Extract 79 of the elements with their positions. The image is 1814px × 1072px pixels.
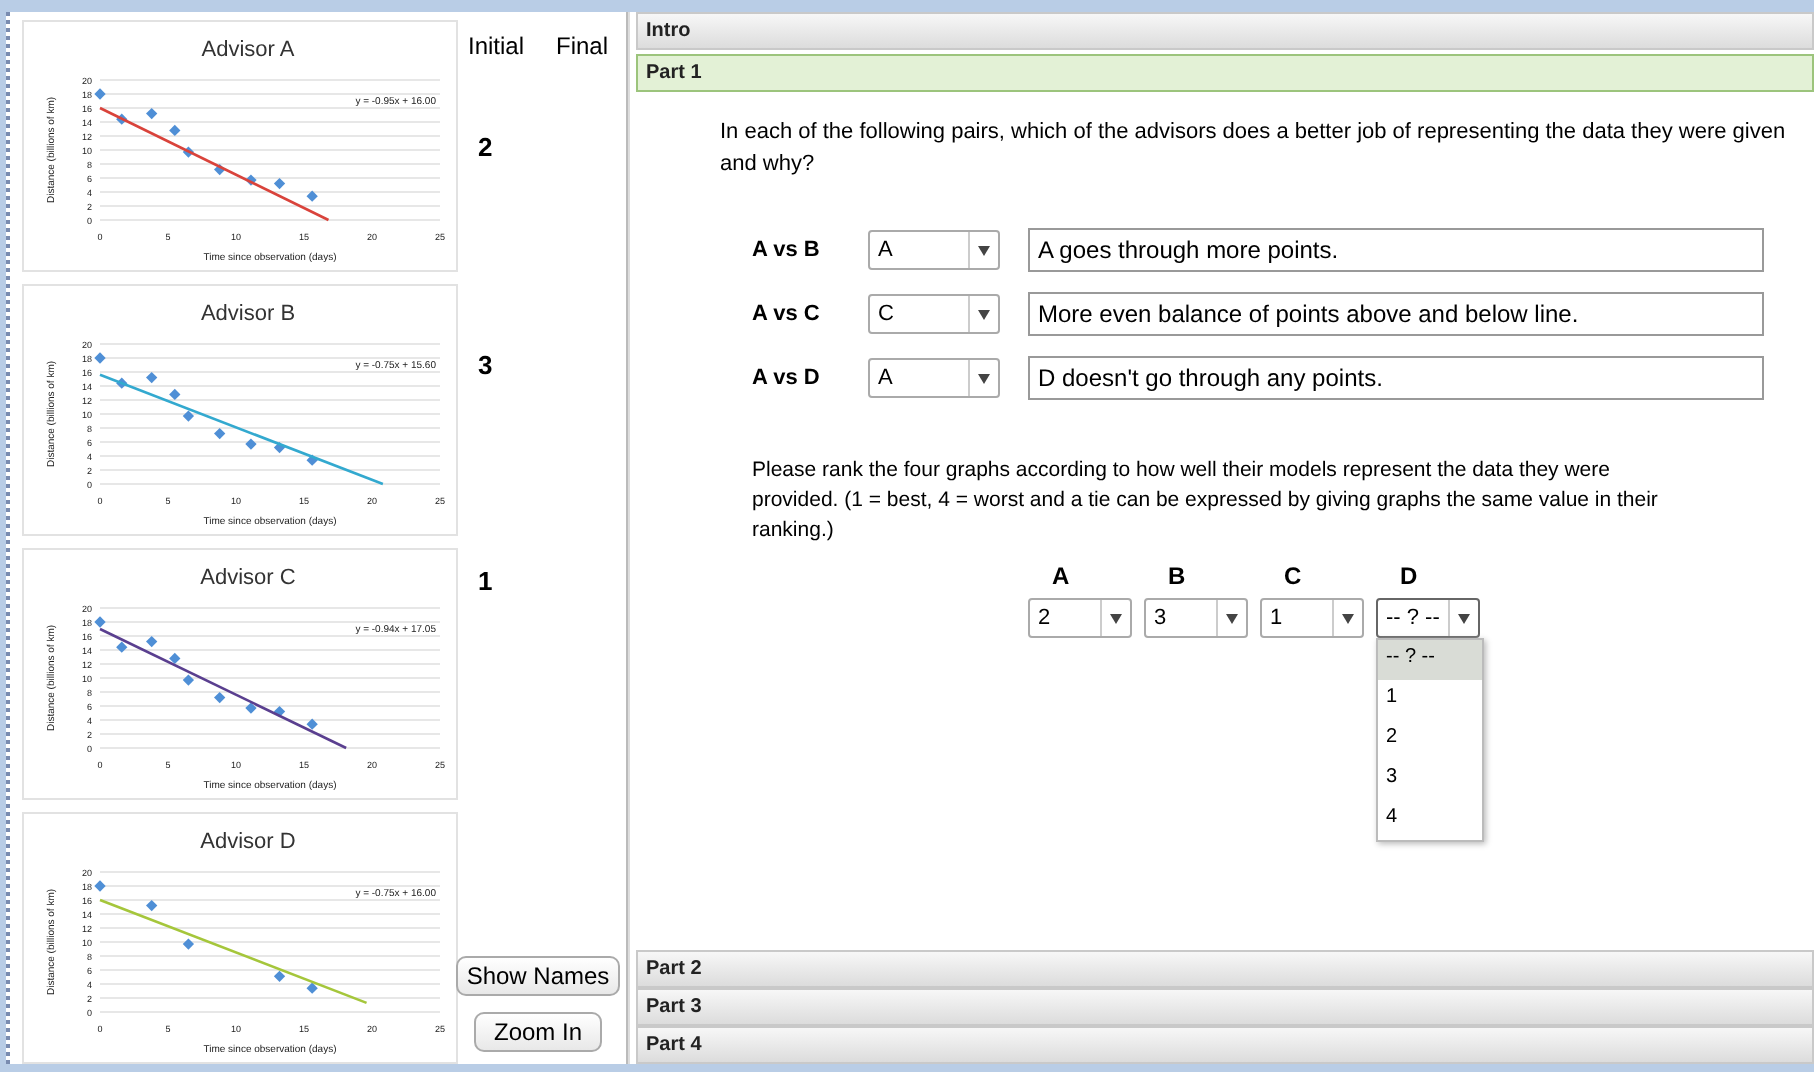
data-point bbox=[182, 674, 195, 686]
column-header: Initial bbox=[467, 32, 524, 64]
initial-rank: 1 bbox=[478, 566, 493, 601]
data-point bbox=[94, 880, 106, 892]
rank-dropdown[interactable]: -- ? -- bbox=[1376, 598, 1480, 638]
caret-icon bbox=[1458, 613, 1470, 623]
toolbar-button[interactable]: Zoom In bbox=[474, 1012, 602, 1052]
data-point bbox=[116, 113, 128, 125]
pair-label: A vs C bbox=[752, 302, 822, 326]
section-header[interactable]: Part 2 bbox=[636, 950, 1814, 988]
data-point bbox=[169, 652, 181, 665]
initial-rank: 3 bbox=[478, 349, 493, 384]
choice-dropdown[interactable]: C bbox=[868, 294, 1000, 334]
data-point bbox=[273, 441, 286, 454]
caret-icon bbox=[978, 373, 990, 383]
section-header[interactable]: Part 1 bbox=[636, 54, 1814, 92]
answer-field[interactable]: D doesn't go through any points. bbox=[1028, 356, 1764, 400]
dropdown-option[interactable]: 3 bbox=[1378, 760, 1482, 800]
data-point bbox=[94, 352, 106, 364]
chart-title: Advisor C bbox=[200, 566, 296, 590]
pair-label: A vs B bbox=[752, 238, 822, 262]
ranking-prompt: Please rank the four graphs according to how well their models represent the data they were provided. (1 = best, 4 = worst and a tie can be expressed by giving graphs the same value in their ranking.) bbox=[752, 456, 1660, 546]
dropdown-option[interactable]: 4 bbox=[1378, 800, 1482, 840]
caret-icon bbox=[1110, 613, 1122, 623]
answer-field[interactable]: A goes through more points. bbox=[1028, 228, 1764, 272]
data-point bbox=[306, 454, 318, 466]
data-point bbox=[273, 970, 286, 982]
data-point bbox=[214, 691, 226, 704]
choice-dropdown[interactable]: A bbox=[868, 230, 1000, 270]
data-point bbox=[182, 146, 195, 158]
graph-label: B bbox=[1166, 562, 1186, 590]
data-point bbox=[169, 124, 181, 137]
caret-icon bbox=[1226, 613, 1238, 623]
graph-label: C bbox=[1282, 562, 1302, 590]
data-point bbox=[116, 377, 128, 389]
data-point bbox=[169, 388, 181, 401]
data-point bbox=[245, 702, 257, 714]
data-point bbox=[245, 174, 257, 186]
caret-icon bbox=[1342, 613, 1354, 623]
data-point bbox=[94, 88, 106, 100]
chart-title: Advisor A bbox=[201, 38, 295, 62]
data-point bbox=[146, 107, 158, 120]
question-text: In each of the following pairs, which of the advisors does a better job of representing the data they were given and why? bbox=[720, 118, 1788, 180]
data-point bbox=[306, 190, 318, 202]
graph-label: A bbox=[1050, 562, 1070, 590]
data-point bbox=[273, 705, 286, 718]
caret-icon bbox=[978, 245, 990, 255]
section-header[interactable]: Part 3 bbox=[636, 988, 1814, 1026]
data-point bbox=[306, 718, 318, 730]
column-header: Final bbox=[556, 32, 609, 64]
data-point bbox=[245, 438, 257, 450]
choice-dropdown[interactable]: A bbox=[868, 358, 1000, 398]
data-point bbox=[306, 982, 318, 994]
chart-title: Advisor D bbox=[200, 830, 296, 854]
data-point bbox=[182, 410, 195, 422]
section-header[interactable]: Intro bbox=[636, 12, 1814, 50]
answer-field[interactable]: More even balance of points above and below line. bbox=[1028, 292, 1764, 336]
pair-label: A vs D bbox=[752, 366, 822, 390]
initial-rank: 2 bbox=[478, 132, 493, 167]
data-point bbox=[146, 635, 158, 648]
rank-dropdown[interactable]: 1 bbox=[1260, 598, 1364, 638]
data-point bbox=[146, 899, 158, 912]
dropdown-option[interactable]: 2 bbox=[1378, 720, 1482, 760]
caret-icon bbox=[978, 309, 990, 319]
data-point bbox=[182, 938, 195, 950]
rank-dropdown[interactable]: 3 bbox=[1144, 598, 1248, 638]
data-point bbox=[214, 427, 226, 440]
toolbar-button[interactable]: Show Names bbox=[456, 956, 620, 996]
section-header[interactable]: Part 4 bbox=[636, 1026, 1814, 1064]
data-point bbox=[116, 641, 128, 653]
data-point bbox=[94, 616, 106, 628]
rank-dropdown[interactable]: 2 bbox=[1028, 598, 1132, 638]
data-point bbox=[273, 177, 286, 190]
data-point bbox=[214, 163, 226, 176]
chart-title: Advisor B bbox=[200, 302, 296, 326]
data-point bbox=[146, 371, 158, 384]
graph-label: D bbox=[1398, 562, 1418, 590]
dropdown-option[interactable]: -- ? -- bbox=[1378, 640, 1482, 680]
dropdown-option[interactable]: 1 bbox=[1378, 680, 1482, 720]
